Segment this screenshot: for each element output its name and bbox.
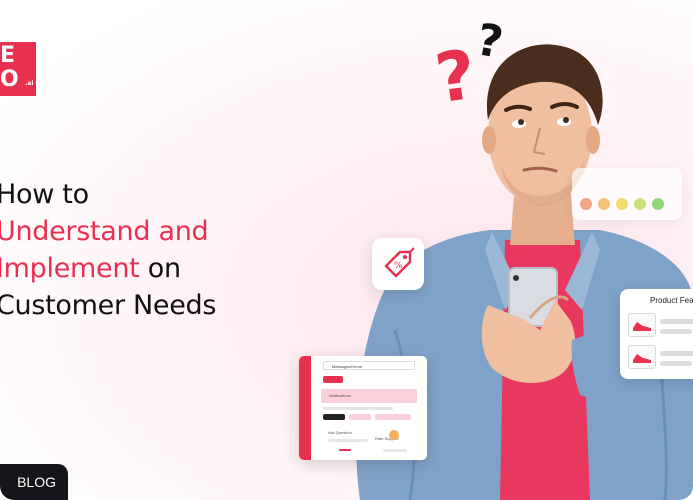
title-line-1: How to (0, 179, 89, 210)
logo-letter-top: E (0, 43, 16, 68)
blog-banner: E O .ai How to Understand and Implement … (0, 0, 693, 500)
dashboard-notice-label: Notifications (329, 393, 351, 398)
title-line-3: Implement on (0, 250, 216, 287)
price-tag-icon: % (384, 247, 415, 278)
rating-dot-4 (634, 198, 646, 210)
logo-suffix: .ai (25, 80, 34, 87)
dashboard-avatar (389, 430, 399, 440)
dashboard-line (328, 439, 368, 442)
logo-letter-bottom: O (0, 67, 19, 92)
rating-dot-3 (616, 198, 628, 210)
dashboard-tag (323, 376, 343, 383)
dashboard-button-2 (349, 414, 371, 420)
title-line-3-rest: on (139, 253, 181, 284)
dashboard-card: Messages/Home Notifications Ask Question… (299, 356, 427, 460)
title-line-3-highlight: Implement (0, 253, 140, 284)
dashboard-line-red (339, 449, 351, 451)
tag-card: % (372, 238, 424, 290)
dashboard-label-2: Ask Question (328, 430, 352, 435)
rating-dot-5 (652, 198, 664, 210)
title-line-2: Understand and (0, 216, 209, 247)
dashboard-line (323, 407, 393, 410)
brand-logo[interactable]: E O .ai (0, 42, 36, 96)
question-mark-red-icon: ? (430, 35, 481, 120)
rating-card (572, 168, 682, 220)
title-line-4: Customer Needs (0, 290, 217, 321)
shoe-icon (633, 322, 651, 331)
shoe-icon (633, 354, 651, 363)
feature-line (660, 329, 692, 334)
rating-dot-2 (598, 198, 610, 210)
shoe-thumb-1 (628, 313, 656, 337)
svg-text:%: % (394, 261, 403, 271)
dashboard-button-1 (323, 414, 345, 420)
dashboard-header: Messages/Home (323, 361, 415, 370)
shoe-thumb-2 (628, 345, 656, 369)
blog-badge-label: BLOG (17, 474, 56, 490)
dashboard-line (383, 449, 407, 452)
rating-dot-1 (580, 198, 592, 210)
dashboard-sidebar (299, 356, 311, 460)
question-mark-black-icon: ? (472, 14, 507, 69)
page-title: How to Understand and Implement on Custo… (0, 176, 216, 324)
product-feature-title: Product Feature (650, 296, 693, 305)
feature-line (660, 361, 692, 366)
product-feature-card: Product Feature (620, 289, 693, 379)
feature-line (660, 319, 693, 324)
blog-badge[interactable]: BLOG (0, 464, 68, 500)
dashboard-button-3 (375, 414, 411, 420)
feature-line (660, 351, 693, 356)
